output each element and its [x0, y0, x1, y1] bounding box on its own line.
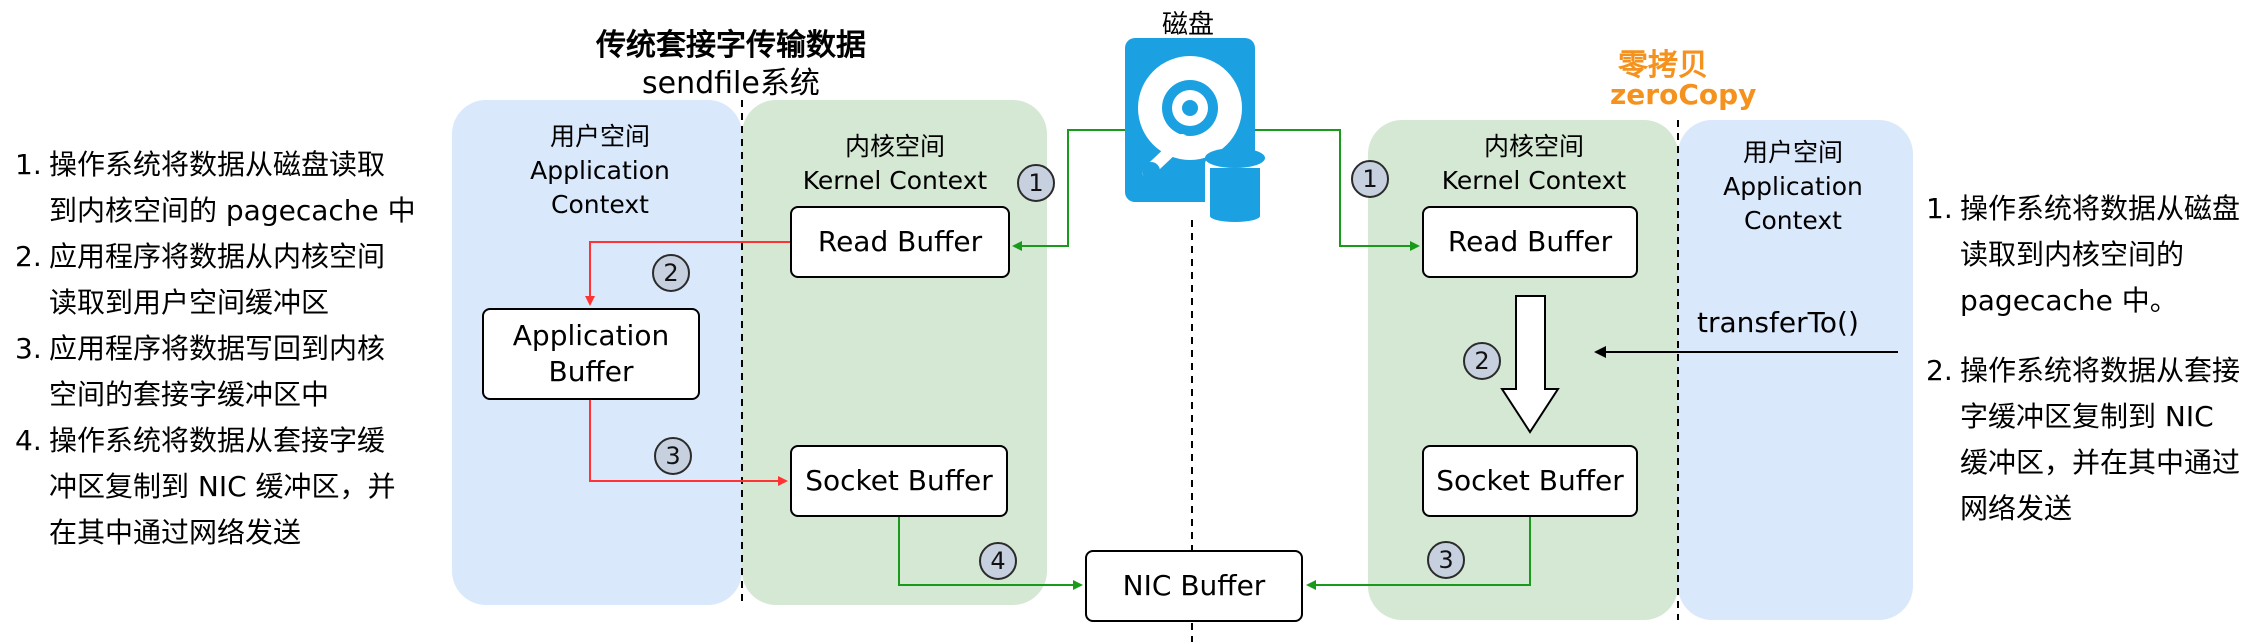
- left-kernel-space-en: Kernel Context: [802, 166, 988, 195]
- step-number: 4.: [15, 424, 42, 457]
- step-item: 3. 应用程序将数据写回到内核 空间的套接字缓冲区中: [15, 326, 445, 418]
- step-item: 4. 操作系统将数据从套接字缓 冲区复制到 NIC 缓冲区，并 在其中通过网络发送: [15, 418, 445, 556]
- right-user-space-en1: Application: [1723, 172, 1863, 201]
- right-read-buffer-box: Read Buffer: [1422, 206, 1638, 278]
- left-read-buffer-label: Read Buffer: [817, 225, 983, 258]
- left-read-buffer-box: Read Buffer: [790, 206, 1010, 278]
- step-number: 2.: [1926, 354, 1953, 387]
- step-text-line: 操作系统将数据从磁盘: [1960, 192, 2241, 225]
- step-text-line: 操作系统将数据从套接: [1960, 354, 2241, 387]
- right-steps-list: 1. 操作系统将数据从磁盘 读取到内核空间的 pagecache 中。 2. 操作系统将数…: [1926, 186, 2246, 532]
- right-socket-buffer-label: Socket Buffer: [1436, 464, 1624, 497]
- step-text-line: 缓冲区，并在其中通过: [1960, 446, 2241, 479]
- step-badge-right-3: 3: [1427, 541, 1465, 579]
- left-user-space-cn: 用户空间: [549, 122, 650, 151]
- application-buffer-box: Application Buffer: [482, 308, 700, 400]
- step-item: 2. 操作系统将数据从套接 字缓冲区复制到 NIC 缓冲区，并在其中通过 网络发送: [1926, 348, 2246, 532]
- step-badge-right-1: 1: [1351, 160, 1389, 198]
- step-badge-left-1: 1: [1017, 164, 1055, 202]
- right-user-space-label: 用户空间 Application Context: [1713, 136, 1873, 238]
- step-item: 1. 操作系统将数据从磁盘 读取到内核空间的 pagecache 中。: [1926, 186, 2246, 324]
- left-user-space-en1: Application: [530, 156, 670, 185]
- step-number: 1.: [15, 148, 42, 181]
- step-text-line: 读取到内核空间的: [1960, 238, 2185, 271]
- left-socket-buffer-box: Socket Buffer: [790, 445, 1008, 517]
- step-text-line: pagecache 中。: [1960, 284, 2178, 317]
- nic-buffer-label: NIC Buffer: [1122, 569, 1266, 602]
- step-item: 1. 操作系统将数据从磁盘读取 到内核空间的 pagecache 中: [15, 142, 445, 234]
- step-number: 1.: [1926, 192, 1953, 225]
- application-buffer-label-1: Application: [512, 319, 670, 352]
- right-kernel-space-label: 内核空间 Kernel Context: [1434, 130, 1634, 198]
- nic-buffer-box: NIC Buffer: [1085, 550, 1303, 622]
- step-text-line: 应用程序将数据从内核空间: [49, 240, 386, 273]
- left-steps-list: 1. 操作系统将数据从磁盘读取 到内核空间的 pagecache 中 2. 应用程序将数…: [15, 142, 445, 556]
- left-socket-buffer-label: Socket Buffer: [805, 464, 993, 497]
- right-kernel-space-en: Kernel Context: [1441, 166, 1627, 195]
- transfer-to-label: transferTo(): [1697, 306, 1859, 339]
- step-text-line: 网络发送: [1960, 492, 2073, 525]
- step-text-line: 读取到用户空间缓冲区: [49, 286, 330, 319]
- step-text-line: 字缓冲区复制到 NIC: [1960, 400, 2214, 433]
- right-user-space-en2: Context: [1744, 206, 1842, 235]
- right-kernel-space-cn: 内核空间: [1483, 132, 1584, 161]
- right-socket-buffer-box: Socket Buffer: [1422, 445, 1638, 517]
- step-text-line: 到内核空间的 pagecache 中: [49, 194, 416, 227]
- right-read-buffer-label: Read Buffer: [1447, 225, 1613, 258]
- step-badge-left-3: 3: [654, 437, 692, 475]
- left-subtitle: sendfile系统: [642, 66, 820, 101]
- step-badge-left-4: 4: [979, 542, 1017, 580]
- step-text-line: 空间的套接字缓冲区中: [49, 378, 330, 411]
- step-number: 2.: [15, 240, 42, 273]
- step-text-line: 冲区复制到 NIC 缓冲区，并: [49, 470, 396, 503]
- step-item: 2. 应用程序将数据从内核空间 读取到用户空间缓冲区: [15, 234, 445, 326]
- left-kernel-space-label: 内核空间 Kernel Context: [795, 130, 995, 198]
- left-user-space-en2: Context: [551, 190, 649, 219]
- right-user-space-cn: 用户空间: [1742, 138, 1843, 167]
- left-kernel-space-cn: 内核空间: [844, 132, 945, 161]
- step-text-line: 在其中通过网络发送: [49, 516, 302, 549]
- disk-label: 磁盘: [1162, 10, 1215, 40]
- step-number: 3.: [15, 332, 42, 365]
- left-user-space-label: 用户空间 Application Context: [520, 120, 680, 222]
- step-text-line: 操作系统将数据从套接字缓: [49, 424, 386, 457]
- right-subtitle: zeroCopy: [1610, 78, 1757, 111]
- step-badge-right-2: 2: [1463, 342, 1501, 380]
- disk-icon: [1125, 38, 1265, 222]
- step-text-line: 应用程序将数据写回到内核: [49, 332, 386, 365]
- application-buffer-label-2: Buffer: [548, 355, 634, 388]
- step-text-line: 操作系统将数据从磁盘读取: [49, 148, 386, 181]
- step-badge-left-2: 2: [652, 254, 690, 292]
